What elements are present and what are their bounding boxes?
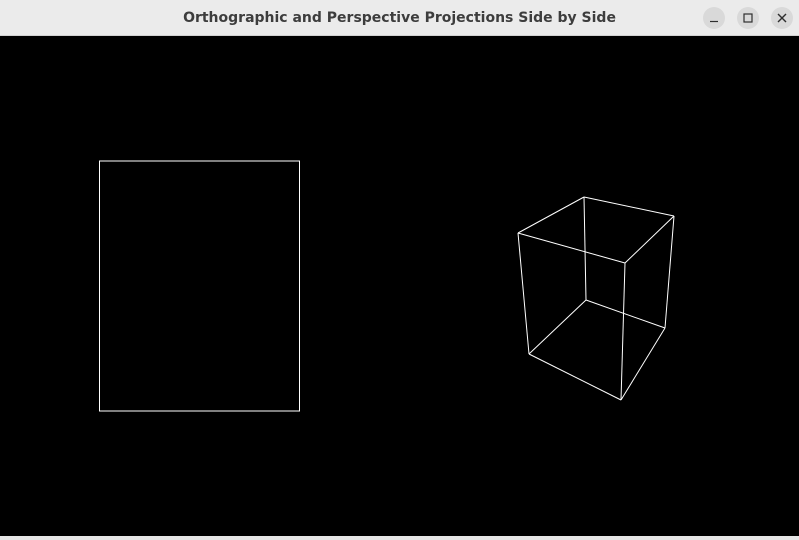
app-window: Orthographic and Perspective Projections…: [0, 0, 799, 540]
cube-edge: [517, 232, 530, 355]
cube-edge: [517, 232, 626, 264]
perspective-cube: [517, 196, 675, 401]
maximize-icon: [743, 13, 753, 23]
cube-edge: [620, 327, 666, 401]
cube-edge: [620, 262, 626, 401]
minimize-button[interactable]: [703, 7, 725, 29]
render-canvas[interactable]: [0, 36, 799, 536]
cube-edge: [583, 196, 675, 217]
cube-edge: [528, 353, 622, 401]
close-button[interactable]: [771, 7, 793, 29]
cube-edge: [517, 196, 585, 234]
cube-edge: [583, 196, 587, 301]
window-title: Orthographic and Perspective Projections…: [183, 10, 616, 26]
scene-svg: [99, 160, 675, 412]
orthographic-cube-outline: [99, 160, 300, 412]
cube-edge: [664, 215, 675, 329]
minimize-icon: [710, 20, 718, 23]
orthographic-cube: [99, 160, 300, 412]
cube-edge: [585, 299, 666, 329]
cube-edge: [624, 215, 675, 264]
window-bottom-edge: [0, 536, 799, 540]
cube-edge: [528, 299, 587, 355]
close-icon: [777, 13, 787, 23]
title-bar[interactable]: Orthographic and Perspective Projections…: [0, 0, 799, 36]
maximize-button[interactable]: [737, 7, 759, 29]
